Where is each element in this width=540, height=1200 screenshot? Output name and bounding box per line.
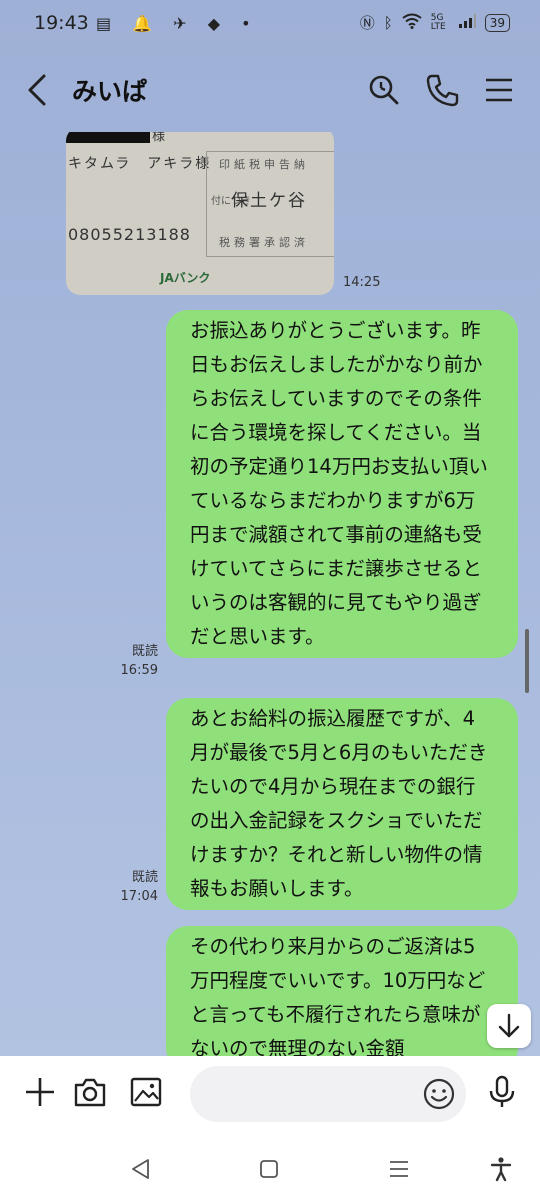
status-right: Ⓝ ᛒ 5G LTE 39 [360, 12, 510, 33]
read-label: 既読 [131, 870, 158, 885]
chat-area[interactable]: 様 キタムラ アキラ様 08055213188 印紙税申告納 付につき 保土ケ谷… [0, 132, 540, 1056]
message-bubble[interactable]: あとお給料の振込履歴ですが、4月が最後で5月と6月のもいただきたいので4月から現… [166, 698, 518, 910]
signal-icon [458, 13, 476, 32]
back-nav-icon[interactable] [128, 1156, 154, 1182]
photo-suffix: 様 [152, 132, 166, 144]
message-meta: 既読 16:59 [110, 642, 158, 680]
bank-logo: JAバンク [160, 271, 211, 285]
stamp-bottom: 税務署承認済 [219, 236, 309, 249]
message-bubble[interactable]: その代わり来月からのご返済は5万円程度でいいです。10万円などと言っても不履行さ… [166, 926, 518, 1056]
chat-header: みいぱ [0, 48, 540, 132]
accessibility-icon[interactable] [488, 1156, 514, 1182]
read-label: 既読 [131, 644, 158, 659]
scroll-down-icon[interactable] [487, 1004, 531, 1048]
photo-time: 14:25 [343, 275, 381, 290]
microphone-icon[interactable] [484, 1074, 520, 1110]
phone-icon[interactable] [424, 72, 460, 108]
image-icon[interactable] [128, 1074, 164, 1110]
chat-title: みいぱ [72, 77, 148, 106]
wifi-icon [402, 13, 422, 33]
message-field[interactable] [190, 1066, 466, 1122]
tax-stamp: 印紙税申告納 付につき 保土ケ谷 税務署承認済 [206, 151, 334, 257]
scrollbar[interactable] [525, 629, 529, 693]
message-meta: 既読 17:04 [110, 868, 158, 906]
nfc-icon: Ⓝ [359, 14, 375, 32]
message-bubble[interactable]: お振込ありがとうございます。昨日もお伝えしましたがかなり前からお伝えしていますの… [166, 310, 518, 658]
network-label: 5G LTE [430, 12, 446, 32]
back-icon[interactable] [22, 70, 56, 110]
message-time: 16:59 [120, 663, 158, 678]
stamp-place: 保土ケ谷 [231, 191, 307, 211]
battery-icon: 39 [484, 13, 510, 32]
recents-nav-icon[interactable] [386, 1156, 412, 1182]
search-icon[interactable] [366, 72, 402, 108]
menu-icon[interactable] [481, 72, 517, 108]
status-bar: 19:43 ▤ 🔔 ✈ ◆ • Ⓝ ᛒ 5G LTE 39 [0, 0, 540, 48]
system-nav-bar [0, 1138, 540, 1200]
emoji-icon[interactable] [422, 1077, 456, 1111]
redaction-bar [66, 132, 150, 143]
photo-name: キタムラ アキラ様 [68, 156, 212, 172]
bluetooth-icon: ᛒ [383, 13, 393, 32]
message-input[interactable] [206, 1080, 410, 1110]
stamp-top: 印紙税申告納 [219, 158, 309, 171]
home-nav-icon[interactable] [256, 1156, 282, 1182]
photo-number: 08055213188 [68, 225, 191, 244]
input-bar [0, 1056, 540, 1138]
message-time: 17:04 [120, 889, 158, 904]
camera-icon[interactable] [72, 1074, 108, 1110]
notification-icons: ▤ 🔔 ✈ ◆ • [96, 14, 259, 33]
status-time: 19:43 [34, 12, 89, 34]
photo-message[interactable]: 様 キタムラ アキラ様 08055213188 印紙税申告納 付につき 保土ケ谷… [66, 132, 334, 295]
plus-icon[interactable] [22, 1074, 58, 1110]
